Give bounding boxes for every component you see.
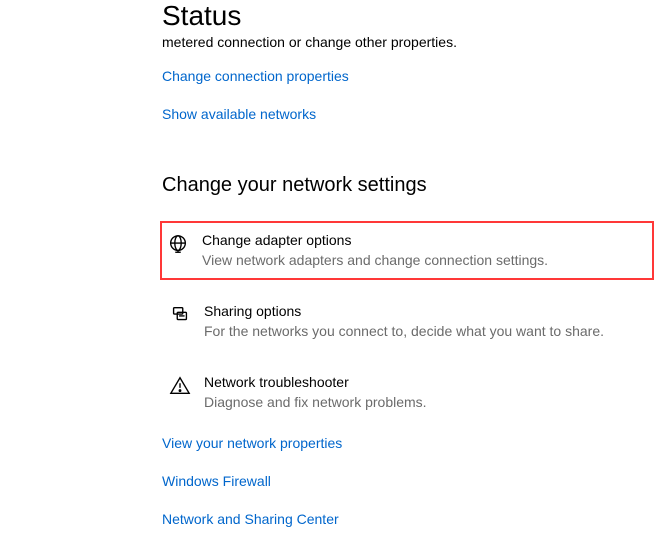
- option-desc: View network adapters and change connect…: [202, 251, 646, 271]
- option-title: Sharing options: [204, 302, 646, 322]
- show-available-networks-link[interactable]: Show available networks: [162, 106, 316, 122]
- option-title: Change adapter options: [202, 231, 646, 251]
- header-subtitle: metered connection or change other prope…: [162, 34, 654, 50]
- change-adapter-options-row[interactable]: Change adapter options View network adap…: [160, 221, 654, 280]
- change-connection-properties-link[interactable]: Change connection properties: [162, 68, 349, 84]
- option-desc: For the networks you connect to, decide …: [204, 322, 646, 342]
- printer-share-icon: [166, 302, 194, 326]
- globe-icon: [164, 231, 192, 255]
- option-title: Network troubleshooter: [204, 373, 646, 393]
- network-troubleshooter-row[interactable]: Network troubleshooter Diagnose and fix …: [162, 363, 654, 422]
- page-title: Status: [162, 0, 654, 32]
- section-heading: Change your network settings: [162, 174, 654, 197]
- warning-triangle-icon: [166, 373, 194, 397]
- sharing-options-row[interactable]: Sharing options For the networks you con…: [162, 292, 654, 351]
- network-sharing-center-link[interactable]: Network and Sharing Center: [162, 511, 654, 527]
- view-network-properties-link[interactable]: View your network properties: [162, 435, 654, 451]
- windows-firewall-link[interactable]: Windows Firewall: [162, 473, 654, 489]
- option-desc: Diagnose and fix network problems.: [204, 393, 646, 413]
